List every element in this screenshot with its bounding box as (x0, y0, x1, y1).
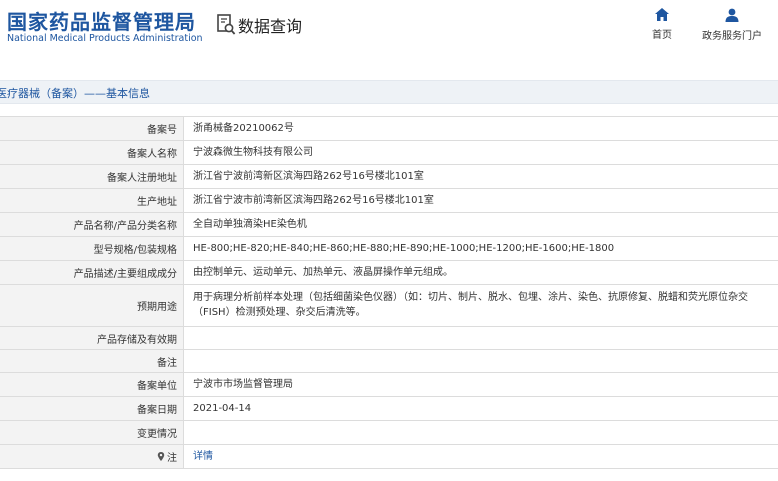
row-label: 变更情况 (0, 421, 184, 444)
row-value: 用于病理分析前样本处理（包括细菌染色仪器）（如：切片、制片、脱水、包埋、涂片、染… (193, 292, 748, 318)
data-query-label: 数据查询 (238, 17, 303, 36)
table-row-intended-use: 预期用途 用于病理分析前样本处理（包括细菌染色仪器）（如：切片、制片、脱水、包埋… (0, 285, 778, 327)
home-icon (655, 8, 669, 21)
table-row-registrant-name: 备案人名称 宁波森微生物科技有限公司 (0, 141, 778, 165)
row-label: 备注 (0, 350, 184, 372)
row-label: 生产地址 (0, 189, 184, 212)
user-icon (725, 8, 739, 22)
table-row-production-address: 生产地址 浙江省宁波市前湾新区滨海四路262号16号楼北101室 (0, 189, 778, 213)
location-pin-icon (157, 452, 165, 461)
nav-service-portal-label: 政务服务门户 (702, 31, 762, 42)
row-value: 2021-04-14 (193, 403, 252, 414)
row-value: 详情 (193, 445, 772, 468)
table-row-filing-date: 备案日期 2021-04-14 (0, 397, 778, 421)
nav-home-label: 首页 (652, 30, 672, 41)
table-row-product-description: 产品描述/主要组成成分 由控制单元、运动单元、加热单元、液晶屏操作单元组成。 (0, 261, 778, 285)
row-label-text: 注 (167, 453, 177, 464)
table-row-model-spec: 型号规格/包装规格 HE-800;HE-820;HE-840;HE-860;HE… (0, 237, 778, 261)
row-value (193, 421, 772, 444)
row-label: 产品描述/主要组成成分 (0, 261, 184, 284)
data-query-title: 数据查询 (216, 12, 302, 38)
site-header: 国家药品监督管理局 National Medical Products Admi… (0, 0, 778, 64)
table-row-filing-authority: 备案单位 宁波市市场监督管理局 (0, 373, 778, 397)
row-value: 由控制单元、运动单元、加热单元、液晶屏操作单元组成。 (193, 267, 453, 278)
breadcrumb-text: 医疗器械（备案）——基本信息 (0, 87, 150, 100)
row-label: 备案人名称 (0, 141, 184, 164)
breadcrumb: 医疗器械（备案）——基本信息 (0, 80, 778, 104)
row-value: 浙甬械备20210062号 (193, 123, 294, 134)
row-label: 产品名称/产品分类名称 (0, 213, 184, 236)
table-row-record-number: 备案号 浙甬械备20210062号 (0, 117, 778, 141)
row-label: 预期用途 (0, 285, 184, 326)
row-label: 备案日期 (0, 397, 184, 420)
table-row-change-status: 变更情况 (0, 421, 778, 445)
row-label: 备案人注册地址 (0, 165, 184, 188)
detail-table: 备案号 浙甬械备20210062号 备案人名称 宁波森微生物科技有限公司 备案人… (0, 116, 778, 469)
nav-home[interactable]: 首页 (627, 8, 697, 41)
row-value: 宁波森微生物科技有限公司 (193, 147, 313, 158)
row-value (193, 327, 772, 349)
site-logo-title[interactable]: 国家药品监督管理局 (7, 6, 196, 35)
site-logo-subtitle: National Medical Products Administration (7, 33, 203, 44)
row-value: 浙江省宁波市前湾新区滨海四路262号16号楼北101室 (193, 195, 434, 206)
row-label: 产品存储及有效期 (0, 327, 184, 349)
row-label: 备案单位 (0, 373, 184, 396)
row-value: 浙江省宁波前湾新区滨海四路262号16号楼北101室 (193, 171, 424, 182)
row-label: 注 (0, 445, 184, 468)
table-row-remarks: 备注 (0, 350, 778, 373)
document-search-icon (217, 14, 236, 35)
table-row-note: 注 详情 (0, 445, 778, 469)
nav-service-portal[interactable]: 政务服务门户 (697, 8, 767, 42)
table-row-product-name: 产品名称/产品分类名称 全自动单独滴染HE染色机 (0, 213, 778, 237)
details-link[interactable]: 详情 (193, 449, 213, 464)
row-label: 备案号 (0, 117, 184, 140)
row-value (193, 350, 772, 372)
row-value: 宁波市市场监督管理局 (193, 379, 293, 390)
row-value: 全自动单独滴染HE染色机 (193, 219, 307, 230)
table-row-storage-validity: 产品存储及有效期 (0, 327, 778, 350)
row-label: 型号规格/包装规格 (0, 237, 184, 260)
table-row-registrant-address: 备案人注册地址 浙江省宁波前湾新区滨海四路262号16号楼北101室 (0, 165, 778, 189)
row-value: HE-800;HE-820;HE-840;HE-860;HE-880;HE-89… (193, 243, 615, 254)
